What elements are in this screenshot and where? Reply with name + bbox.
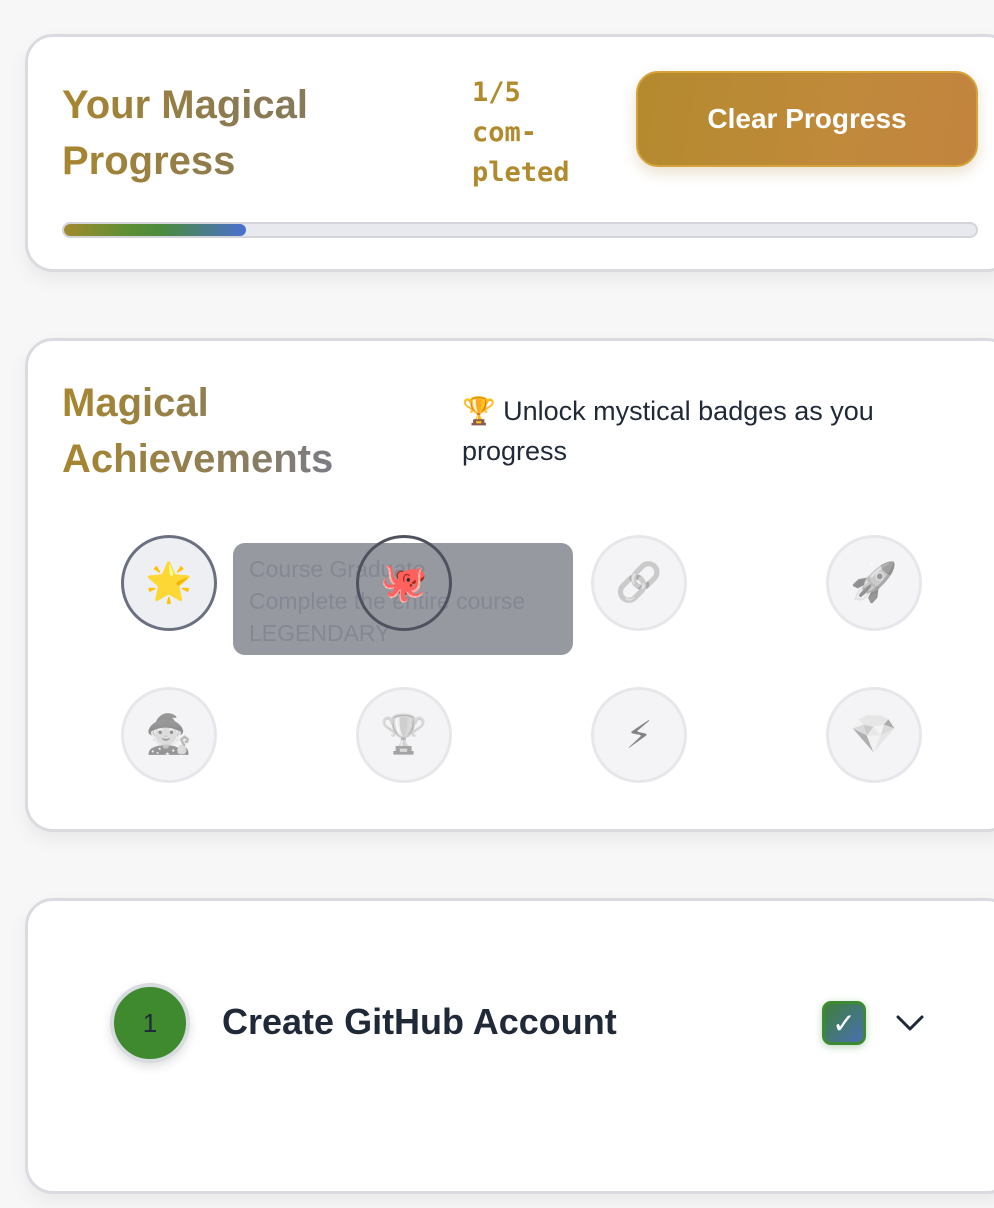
link-icon: 🔗 xyxy=(615,562,663,604)
achievements-card: Magical Achievements 🏆 Unlock mystical b… xyxy=(25,338,994,832)
badge-7[interactable]: 💎 xyxy=(826,687,922,783)
progress-card: Your Magical Progress 1/5 com- pleted Cl… xyxy=(25,34,994,272)
step-complete-checkbox[interactable]: ✓ xyxy=(822,1001,866,1045)
progress-bar xyxy=(62,222,978,238)
rocket-icon: 🚀 xyxy=(850,562,898,604)
step-title: Create GitHub Account xyxy=(222,1001,617,1042)
wizard-icon: 🧙 xyxy=(145,714,193,756)
chevron-down-icon[interactable] xyxy=(894,1007,926,1039)
achievements-title: Magical Achievements xyxy=(62,375,392,487)
progress-bar-fill xyxy=(64,224,247,236)
badge-5[interactable]: 🏆 xyxy=(356,687,452,783)
badge-6[interactable]: ⚡ xyxy=(591,687,687,783)
diamond-icon: 💎 xyxy=(850,714,898,756)
badge-0[interactable]: 🌟 xyxy=(121,535,217,631)
badge-4[interactable]: 🧙 xyxy=(121,687,217,783)
step-number-badge: 1 xyxy=(110,983,190,1063)
trophy-icon: 🏆 xyxy=(380,714,428,756)
achievements-subtitle: 🏆 Unlock mystical badges as you progress xyxy=(462,396,874,466)
star-icon: 🌟 xyxy=(145,562,193,604)
badge-2[interactable]: 🔗 xyxy=(591,535,687,631)
badge-1[interactable]: 🐙 xyxy=(356,535,452,631)
octopus-icon: 🐙 xyxy=(380,562,428,604)
clear-progress-button[interactable]: Clear Progress xyxy=(636,71,978,167)
step-card[interactable]: 1 Create GitHub Account ✓ xyxy=(25,898,994,1194)
checkmark-icon: ✓ xyxy=(832,1007,856,1039)
lightning-icon: ⚡ xyxy=(625,714,653,757)
progress-count: 1/5 com- pleted xyxy=(472,77,570,188)
progress-title: Your Magical Progress xyxy=(62,77,362,189)
badge-3[interactable]: 🚀 xyxy=(826,535,922,631)
